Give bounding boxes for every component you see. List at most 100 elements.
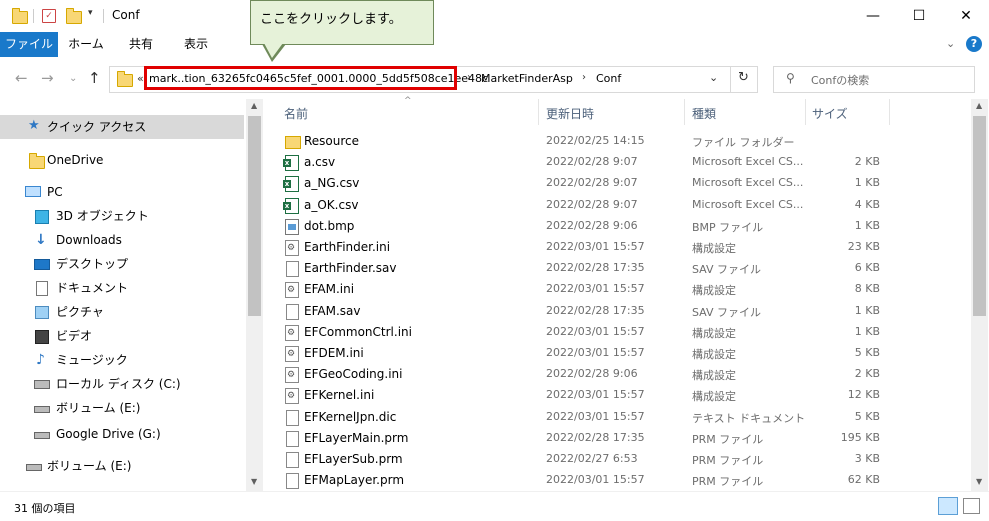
download-icon: ↓ <box>35 232 47 248</box>
scrollbar-thumb[interactable] <box>973 116 986 316</box>
file-row[interactable]: ⚙ EFDEM.ini 2022/03/01 15:57 構成設定 5 KB <box>265 343 971 364</box>
search-icon: ⚲ <box>786 71 795 85</box>
file-row[interactable]: dot.bmp 2022/02/28 9:06 BMP ファイル 1 KB <box>265 216 971 237</box>
file-row[interactable]: EFMapLayer.prm 2022/03/01 15:57 PRM ファイル 62… <box>265 470 971 491</box>
sidebar-item-label: 3D オブジェクト <box>56 209 149 223</box>
file-type: 構成設定 <box>692 284 736 298</box>
file-row[interactable]: x a_NG.csv 2022/02/28 9:07 Microsoft Excel … <box>265 173 971 194</box>
sidebar-item-downloads[interactable]: ↓ Downloads <box>0 228 244 252</box>
forward-arrow-icon[interactable]: → <box>41 69 54 87</box>
sidebar-item-documents[interactable]: ドキュメント <box>0 276 244 300</box>
file-row[interactable]: ⚙ EFCommonCtrl.ini 2022/03/01 15:57 構成設定 1 K… <box>265 322 971 343</box>
file-size: 1 KB <box>854 303 880 317</box>
file-date: 2022/02/28 9:07 <box>546 176 638 190</box>
file-date: 2022/02/28 9:07 <box>546 155 638 169</box>
file-row[interactable]: EFAM.sav 2022/02/28 17:35 SAV ファイル 1 KB <box>265 301 971 322</box>
sidebar-item-desktop[interactable]: デスクトップ <box>0 252 244 276</box>
chevron-right-icon[interactable]: › <box>467 72 471 83</box>
sidebar-item-volume-e-root[interactable]: ボリューム (E:) <box>0 454 244 478</box>
column-divider[interactable] <box>805 99 806 125</box>
address-overflow-button[interactable]: « <box>137 72 144 85</box>
file-row[interactable]: EarthFinder.sav 2022/02/28 17:35 SAV ファイル 6… <box>265 258 971 279</box>
close-button[interactable]: ✕ <box>943 0 989 32</box>
sidebar-scrollbar[interactable]: ▲ ▼ <box>246 99 263 491</box>
properties-icon[interactable]: ✓ <box>42 9 56 23</box>
file-row[interactable]: Resource 2022/02/25 14:15 ファイル フォルダー <box>265 131 971 152</box>
sidebar-item-label: ピクチャ <box>56 305 104 319</box>
tab-share[interactable]: 共有 <box>116 32 166 57</box>
title-bar: ✓ ▾ Conf — ☐ ✕ <box>0 0 989 32</box>
scroll-up-icon[interactable]: ▲ <box>976 101 982 110</box>
ribbon-tabs: ファイル ホーム 共有 表示 ⌄ ? <box>0 32 989 58</box>
address-segment-conf[interactable]: Conf <box>596 72 621 85</box>
recent-locations-icon[interactable]: ⌄ <box>69 73 77 84</box>
file-type: 構成設定 <box>692 369 736 383</box>
file-row[interactable]: x a_OK.csv 2022/02/28 9:07 Microsoft Excel … <box>265 195 971 216</box>
document-icon <box>36 281 48 296</box>
sidebar-item-local-disk-c[interactable]: ローカル ディスク (C:) <box>0 372 244 396</box>
file-name: EFAM.ini <box>304 282 355 297</box>
column-divider[interactable] <box>538 99 539 125</box>
column-name[interactable]: 名前 <box>284 105 308 122</box>
column-divider[interactable] <box>889 99 890 125</box>
expand-ribbon-icon[interactable]: ⌄ <box>946 37 955 50</box>
file-row[interactable]: ⚙ EFKernel.ini 2022/03/01 15:57 構成設定 12 KB <box>265 385 971 406</box>
new-folder-icon[interactable] <box>66 8 82 24</box>
minimize-button[interactable]: — <box>850 0 896 32</box>
file-row[interactable]: EFLayerMain.prm 2022/02/28 17:35 PRM ファイル 1… <box>265 428 971 449</box>
file-row[interactable]: EFKernelJpn.dic 2022/03/01 15:57 テキスト ドキュメ… <box>265 407 971 428</box>
file-type: PRM ファイル <box>692 432 764 446</box>
sidebar-item-label: ボリューム (E:) <box>47 459 132 473</box>
details-view-icon[interactable] <box>938 497 958 515</box>
address-segment-marketfinderasp[interactable]: MarketFinderAsp <box>481 72 573 85</box>
large-icons-view-icon[interactable] <box>963 498 980 514</box>
file-list-scrollbar[interactable]: ▲ ▼ <box>971 99 988 491</box>
sidebar-item-music[interactable]: ♪ ミュージック <box>0 348 244 372</box>
sidebar-item-pc[interactable]: PC <box>0 180 244 204</box>
back-arrow-icon[interactable]: ← <box>15 69 28 87</box>
file-row[interactable]: ⚙ EarthFinder.ini 2022/03/01 15:57 構成設定 23 K… <box>265 237 971 258</box>
chevron-right-icon[interactable]: › <box>582 72 586 83</box>
sidebar-item-google-drive-g[interactable]: Google Drive (G:) <box>0 422 244 446</box>
tab-view[interactable]: 表示 <box>172 32 220 57</box>
sidebar-item-quick-access[interactable]: ★ クイック アクセス <box>0 115 244 139</box>
file-row[interactable]: EFLayerSub.prm 2022/02/27 6:53 PRM ファイル 3 K… <box>265 449 971 470</box>
file-name: a_OK.csv <box>304 197 359 212</box>
sidebar-item-label: ドキュメント <box>56 281 129 295</box>
maximize-button[interactable]: ☐ <box>896 0 942 32</box>
sidebar-item-volume-e[interactable]: ボリューム (E:) <box>0 396 244 420</box>
customize-toolbar-icon[interactable]: ▾ <box>88 8 93 18</box>
column-type[interactable]: 種類 <box>692 105 716 122</box>
music-icon: ♪ <box>36 352 45 368</box>
column-date[interactable]: 更新日時 <box>546 105 594 122</box>
sidebar-item-label: Google Drive (G:) <box>56 427 161 441</box>
file-date: 2022/02/27 6:53 <box>546 452 638 465</box>
file-type: BMP ファイル <box>692 220 764 234</box>
sidebar-item-3d-objects[interactable]: 3D オブジェクト <box>0 204 244 228</box>
file-date: 2022/02/28 17:35 <box>546 430 645 444</box>
folder-icon <box>285 136 301 149</box>
sidebar-item-pictures[interactable]: ピクチャ <box>0 300 244 324</box>
tab-file[interactable]: ファイル <box>0 32 58 57</box>
scroll-down-icon[interactable]: ▼ <box>976 477 982 486</box>
scroll-up-icon[interactable]: ▲ <box>251 101 257 110</box>
up-arrow-icon[interactable]: ↑ <box>88 69 101 87</box>
help-icon[interactable]: ? <box>966 36 982 52</box>
file-name: dot.bmp <box>304 218 355 233</box>
file-row[interactable]: x a.csv 2022/02/28 9:07 Microsoft Excel CS.… <box>265 152 971 173</box>
sidebar-item-videos[interactable]: ビデオ <box>0 324 244 348</box>
file-size: 1 KB <box>854 218 880 232</box>
tab-home[interactable]: ホーム <box>62 32 110 57</box>
sidebar-item-onedrive[interactable]: OneDrive <box>0 148 244 172</box>
file-row[interactable]: ⚙ EFAM.ini 2022/03/01 15:57 構成設定 8 KB <box>265 279 971 300</box>
scrollbar-thumb[interactable] <box>248 116 261 316</box>
file-row[interactable]: ⚙ EFGeoCoding.ini 2022/02/28 9:06 構成設定 2 KB <box>265 364 971 385</box>
column-size[interactable]: サイズ <box>812 105 848 122</box>
file-date: 2022/03/01 15:57 <box>546 473 645 487</box>
refresh-icon[interactable]: ↻ <box>738 70 749 85</box>
file-icon <box>286 303 299 320</box>
chevron-down-icon[interactable]: ⌄ <box>709 71 718 84</box>
scroll-down-icon[interactable]: ▼ <box>251 477 257 486</box>
search-input[interactable]: ⚲ Confの検索 <box>773 66 975 93</box>
column-divider[interactable] <box>684 99 685 125</box>
